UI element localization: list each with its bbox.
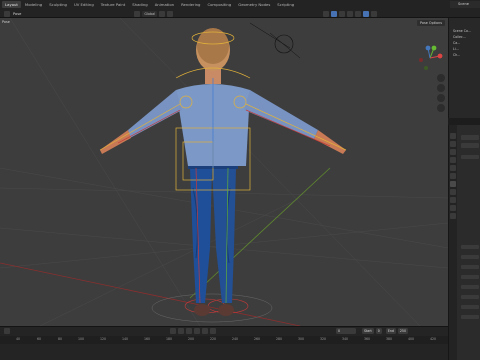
shading-material-icon[interactable] [363,10,370,17]
camera-view-icon[interactable] [437,94,445,102]
tab-layout[interactable]: Layout [2,1,21,8]
tab-geometry-nodes[interactable]: Geometry Nodes [235,1,273,8]
outliner-row[interactable]: Ch... [449,52,480,58]
navigation-gizmo[interactable] [416,44,444,72]
pose-options-button[interactable]: Pose Options [416,20,445,26]
pivot-selector[interactable]: Global [142,10,158,17]
frame-tick: 60 [37,337,42,341]
next-keyframe-icon[interactable] [202,328,208,334]
shading-render-icon[interactable] [371,10,378,17]
tab-modeling[interactable]: Modeling [22,1,45,8]
viewport-mode-label: Pose [2,20,10,24]
end-frame-field[interactable]: 250 [397,328,408,334]
current-frame-field[interactable]: 0 [336,328,356,334]
frame-tick: 320 [320,337,327,341]
end-frame-label: End [385,328,396,334]
timeline-panel: 0 Start 0 End 250 40 60 80 100 120 140 1… [0,326,448,360]
jump-end-icon[interactable] [210,328,216,334]
frame-tick: 180 [166,337,173,341]
frame-tick: 120 [100,337,107,341]
tab-texture-paint[interactable]: Texture Paint [98,1,129,8]
play-icon[interactable] [194,328,200,334]
shading-solid-icon[interactable] [355,10,362,17]
3d-viewport[interactable]: Pose Pose Options [0,18,448,326]
tab-scripting[interactable]: Scripting [274,1,297,8]
shading-wire-icon[interactable] [347,10,354,17]
frame-tick: 400 [408,337,415,341]
scene-selector[interactable]: Scene [450,1,480,8]
properties-content [461,135,479,319]
output-tab-icon[interactable] [450,149,456,155]
frame-tick: 260 [254,337,261,341]
properties-panel [448,125,480,360]
scene-tab-icon[interactable] [450,165,456,171]
tab-compositing[interactable]: Compositing [204,1,234,8]
frame-tick: 140 [122,337,129,341]
snap-icon[interactable] [159,10,166,17]
modifier-tab-icon[interactable] [450,189,456,195]
play-reverse-icon[interactable] [186,328,192,334]
world-tab-icon[interactable] [450,173,456,179]
pivot-label: Global [144,11,156,16]
data-tab-icon[interactable] [450,205,456,211]
perspective-toggle-icon[interactable] [437,104,445,112]
viewport-scene [0,18,448,326]
frame-tick: 420 [430,337,437,341]
frame-tick: 280 [276,337,283,341]
mode-label[interactable]: Pose [10,12,24,16]
tab-shading[interactable]: Shading [129,1,150,8]
start-frame-label: Start [362,328,374,334]
tool-tab-icon[interactable] [450,133,456,139]
bone-tab-icon[interactable] [450,213,456,219]
prev-keyframe-icon[interactable] [178,328,184,334]
view-layer-tab-icon[interactable] [450,157,456,163]
frame-tick: 240 [232,337,239,341]
tab-rendering[interactable]: Rendering [178,1,203,8]
pan-icon[interactable] [437,84,445,92]
properties-tabs [449,125,457,360]
frame-tick: 300 [298,337,305,341]
top-bar: Layout Modeling Sculpting UV Editing Tex… [0,0,480,18]
constraint-tab-icon[interactable] [450,197,456,203]
xray-icon[interactable] [339,10,346,17]
viewport-header: Pose Global [0,9,448,18]
frame-tick: 160 [144,337,151,341]
tab-sculpting[interactable]: Sculpting [46,1,70,8]
x-axis-line [0,262,301,326]
timeline-header: 0 Start 0 End 250 [0,327,448,335]
frame-tick: 100 [78,337,85,341]
character-model [100,28,346,316]
proportional-icon[interactable] [167,10,174,17]
scene-selector-label: Scene [458,2,469,6]
frame-tick: 360 [364,337,371,341]
frame-tick: 380 [386,337,393,341]
tab-uv-editing[interactable]: UV Editing [71,1,97,8]
frame-tick: 80 [58,337,63,341]
overlay-icon[interactable] [323,10,330,17]
tab-animation[interactable]: Animation [152,1,177,8]
start-frame-field[interactable]: 0 [375,328,382,334]
timeline-ruler[interactable]: 40 60 80 100 120 140 160 180 200 220 240… [0,336,448,344]
view-menu-icon[interactable] [134,10,141,17]
object-tab-icon[interactable] [450,181,456,187]
frame-tick: 40 [16,337,21,341]
frame-tick: 200 [188,337,195,341]
gizmo-toggle-icon[interactable] [331,10,338,17]
timeline-editor-icon[interactable] [4,328,10,334]
root-control [151,293,273,323]
frame-tick: 220 [210,337,217,341]
jump-start-icon[interactable] [170,328,176,334]
render-tab-icon[interactable] [450,141,456,147]
zoom-icon[interactable] [437,74,445,82]
frame-tick: 340 [342,337,349,341]
outliner-panel: Scene Co... Collec... Ca... Li... Ch... [448,18,480,118]
workspace-tabs: Layout Modeling Sculpting UV Editing Tex… [0,0,450,9]
